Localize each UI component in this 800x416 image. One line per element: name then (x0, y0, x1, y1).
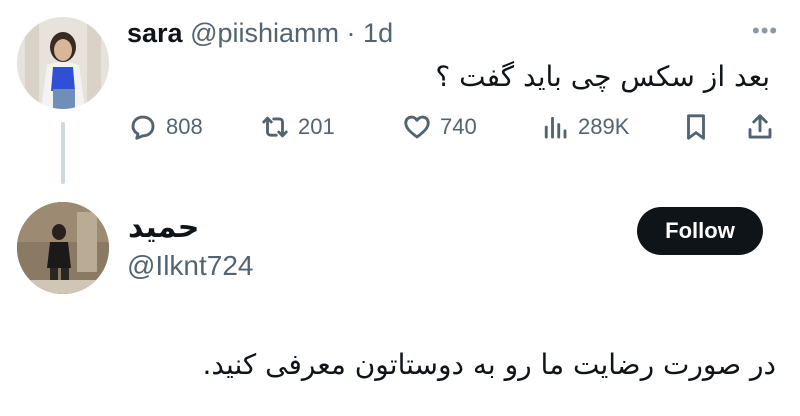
avatar-hamid[interactable] (17, 202, 109, 294)
avatar-sara[interactable] (17, 17, 109, 109)
views-count: 289K (578, 114, 630, 139)
tweet-header: sara @piishiamm · 1d (127, 18, 393, 49)
tweet-actions: 808 201 740 289K (0, 112, 800, 152)
share-button[interactable] (745, 112, 783, 142)
follow-button[interactable]: Follow (637, 207, 763, 255)
retweet-icon (262, 116, 288, 138)
like-count: 740 (440, 114, 477, 139)
tweet-separator: · (346, 18, 356, 48)
ellipsis-icon[interactable]: ••• (752, 18, 778, 44)
retweet-button[interactable]: 201 (260, 112, 335, 142)
reply-button[interactable]: 808 (128, 112, 203, 142)
reply-icon (131, 115, 155, 140)
tweet-author-handle[interactable]: @piishiamm (190, 18, 339, 48)
views-button[interactable]: 289K (540, 112, 629, 142)
bookmark-icon (687, 114, 705, 140)
tweet-timestamp[interactable]: 1d (363, 18, 393, 48)
profile-handle[interactable]: @Ilknt724 (127, 250, 254, 282)
retweet-count: 201 (298, 114, 335, 139)
profile-bio: در صورت رضایت ما رو به دوستاتون معرفی کن… (202, 348, 776, 381)
analytics-icon (544, 116, 567, 139)
share-icon (748, 114, 772, 139)
tweet-author-name[interactable]: sara (127, 18, 183, 48)
like-button[interactable]: 740 (402, 112, 477, 142)
profile-name[interactable]: حمید (128, 210, 199, 245)
bookmark-button[interactable] (681, 112, 719, 142)
tweet-text: بعد از سکس چی باید گفت ؟ (435, 60, 770, 93)
reply-count: 808 (166, 114, 203, 139)
heart-icon (404, 115, 430, 139)
